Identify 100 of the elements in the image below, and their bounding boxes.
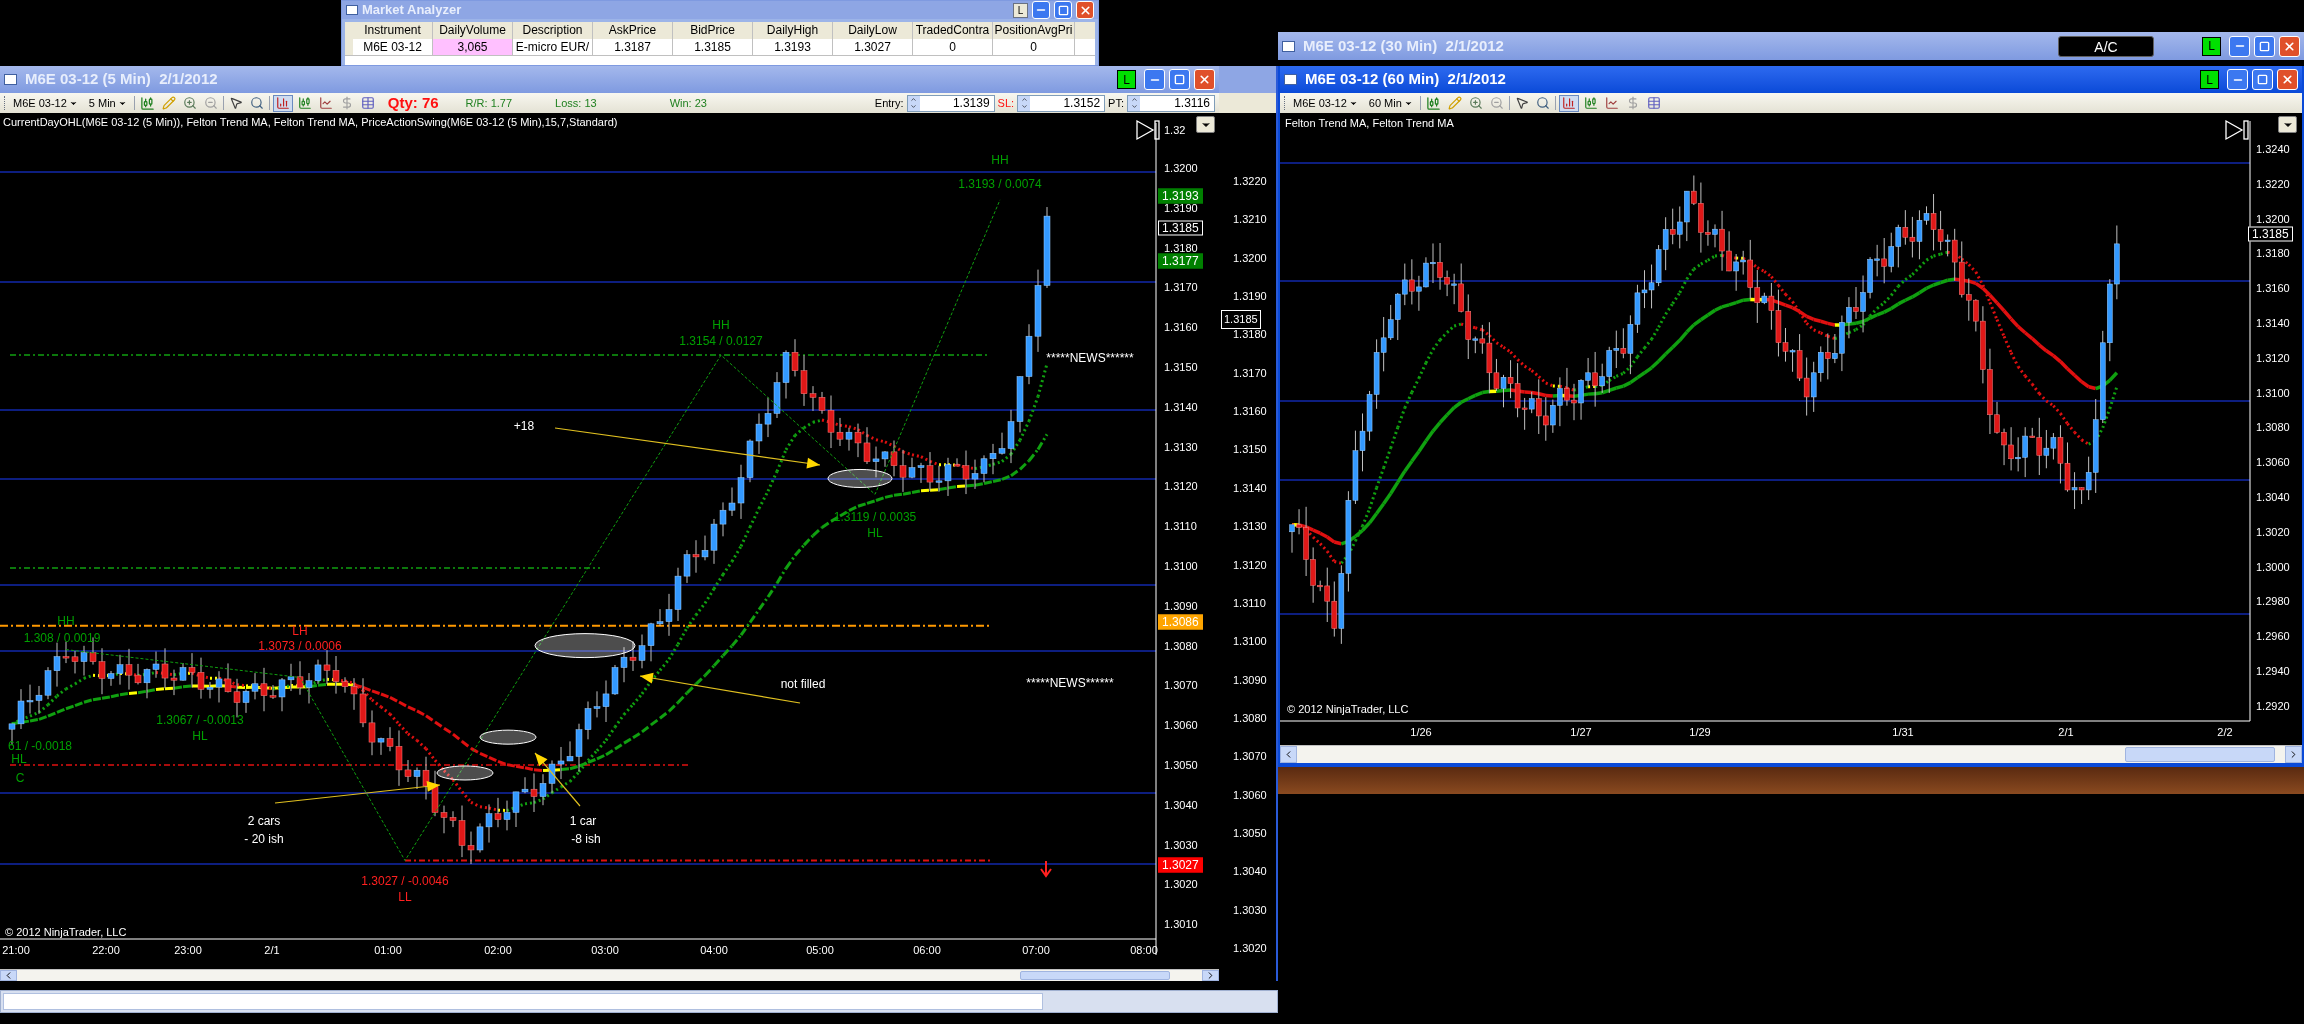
price-axis-label: 1.3240 [2256, 141, 2290, 157]
window-title: M6E 03-12 (30 Min) 2/1/2012 [1303, 35, 1504, 56]
price-axis-label: 1.3040 [1164, 797, 1198, 813]
chart-annotation: HL [866, 525, 884, 542]
chart-annotation: 1.3067 / -0.0013 [155, 712, 245, 729]
price-axis-label: 1.3100 [1233, 633, 1267, 649]
price-axis-label: 1.3180 [1164, 240, 1198, 256]
window-title: M6E 03-12 (5 Min) 2/1/2012 [25, 69, 218, 90]
window-title: Market Analyzer [362, 1, 462, 20]
price-spin-field[interactable]: 1.3152 [1017, 94, 1106, 112]
price-axis-label: 1.3080 [1164, 638, 1198, 654]
chart-annotation: *****NEWS****** [1025, 675, 1115, 692]
win-label: Win: 23 [669, 95, 707, 111]
price-axis-label: 1.3120 [1233, 557, 1267, 573]
price-axis-label: 1.3180 [1233, 327, 1267, 343]
time-axis-label: 23:00 [174, 943, 202, 958]
price-axis-label: 1.3050 [1164, 757, 1198, 773]
chart-annotation: 1.3154 / 0.0127 [678, 333, 764, 350]
price-axis-label: 1.3070 [1164, 678, 1198, 694]
price-axis-label: 1.3160 [2256, 280, 2290, 296]
price-axis-label: 1.3110 [1164, 518, 1197, 534]
price-axis-label: 1.32 [1164, 122, 1186, 138]
price-axis-label: 1.3060 [2256, 454, 2290, 470]
time-axis-label: 21:00 [2, 943, 30, 958]
profit-target-label: PT: [1108, 95, 1124, 111]
window-title: M6E 03-12 (60 Min) 2/1/2012 [1305, 69, 1506, 90]
interval-dropdown[interactable]: 60 Min [1364, 94, 1417, 112]
table-cell: 3,065 [433, 39, 513, 55]
price-axis-label: 1.3130 [1233, 518, 1267, 534]
price-axis-label: 1.3170 [1164, 280, 1198, 296]
chart-annotation: HL [191, 728, 209, 745]
chart-annotation: 1 car [568, 813, 598, 830]
chart-annotation: *****NEWS****** [1045, 350, 1135, 367]
price-axis-label: 1.3050 [1233, 825, 1267, 841]
price-axis-label: 1.3030 [1164, 837, 1198, 853]
price-axis-label: 1.3150 [1164, 359, 1198, 375]
time-axis-label: 06:00 [913, 943, 941, 958]
chart-annotation: HL [10, 751, 28, 768]
time-axis-label: 04:00 [700, 943, 728, 958]
indicator-list: Felton Trend MA, Felton Trend MA [1285, 115, 1454, 132]
chart-annotation: 1.3193 / 0.0074 [957, 176, 1043, 193]
price-axis-label: 1.3120 [1164, 479, 1198, 495]
chart-annotation: +18 [512, 418, 536, 435]
chart-annotation: not filled [779, 676, 827, 693]
price-axis-label: 1.3060 [1233, 787, 1267, 803]
price-axis-label: 1.3180 [2256, 246, 2290, 262]
chart-annotation: HH [56, 613, 76, 630]
stop-loss-label: SL: [997, 95, 1015, 111]
connection-status: L [1117, 70, 1136, 89]
price-axis-label: 1.3210 [1233, 212, 1267, 228]
price-axis-label: 1.2980 [2256, 594, 2290, 610]
time-axis-label: 2/1 [264, 943, 280, 958]
price-axis-label: 1.2940 [2256, 663, 2290, 679]
time-axis-label: 05:00 [806, 943, 834, 958]
price-axis-label: 1.3170 [1233, 365, 1267, 381]
price-axis-label: 1.3130 [1164, 439, 1198, 455]
price-axis-label: 1.3040 [2256, 489, 2290, 505]
price-axis-label: 1.3140 [1233, 480, 1267, 496]
copyright-text: © 2012 NinjaTrader, LLC [5, 925, 127, 940]
price-axis-label: 1.3160 [1164, 319, 1198, 335]
time-axis-label: 2/2 [2217, 725, 2233, 740]
time-axis-label: 01:00 [374, 943, 402, 958]
instrument-dropdown[interactable]: M6E 03-12 [1289, 94, 1362, 112]
chart-annotation: C [14, 770, 26, 787]
price-axis-label: 1.3190 [1233, 288, 1267, 304]
price-axis-label: 1.3070 [1233, 749, 1267, 764]
time-axis-label: 1/27 [1570, 725, 1592, 740]
time-axis-label: 22:00 [92, 943, 120, 958]
price-axis-label: 1.3060 [1164, 717, 1198, 733]
price-marker: 1.3185 [1158, 220, 1203, 236]
price-axis-label: 1.3110 [1233, 595, 1266, 611]
price-spin-field[interactable]: 1.3139 [906, 94, 995, 112]
entry-label: Entry: [874, 95, 904, 111]
chart-annotation: 61 / -0.0018 [6, 738, 74, 754]
price-axis-label: 1.3040 [1233, 864, 1267, 880]
interval-dropdown[interactable]: 5 Min [84, 94, 131, 112]
price-axis-label: 1.3080 [1233, 710, 1267, 726]
price-axis-label: 1.3000 [2256, 559, 2290, 575]
price-spin-field[interactable]: 1.3116 [1127, 94, 1215, 112]
price-marker: 1.3193 [1158, 188, 1203, 204]
instrument-dropdown[interactable]: M6E 03-12 [9, 94, 82, 112]
account-button[interactable]: A/C [2058, 35, 2154, 57]
price-marker: 1.3177 [1158, 253, 1203, 269]
connection-status: L [1013, 2, 1028, 18]
price-axis-label: 1.3200 [1164, 160, 1198, 176]
time-axis-label: 1/29 [1689, 725, 1711, 740]
time-axis-label: 07:00 [1022, 943, 1050, 958]
chart-annotation: -8 ish [570, 831, 602, 848]
time-axis-label: 1/26 [1410, 725, 1432, 740]
connection-status: L [2202, 36, 2221, 56]
time-axis-label: 02:00 [484, 943, 512, 958]
price-axis-label: 1.3160 [1233, 403, 1267, 419]
quantity-label: Qty: 76 [387, 92, 439, 113]
chart-annotation: - 20 ish [243, 831, 285, 848]
time-axis-label: 08:00 [1130, 943, 1158, 958]
price-axis-label: 1.3140 [1164, 399, 1198, 415]
price-axis-label: 1.3200 [2256, 211, 2290, 227]
price-axis-label: 1.3020 [1233, 940, 1267, 956]
price-axis-label: 1.3220 [1233, 173, 1267, 189]
price-axis-label: 1.3220 [2256, 176, 2290, 192]
